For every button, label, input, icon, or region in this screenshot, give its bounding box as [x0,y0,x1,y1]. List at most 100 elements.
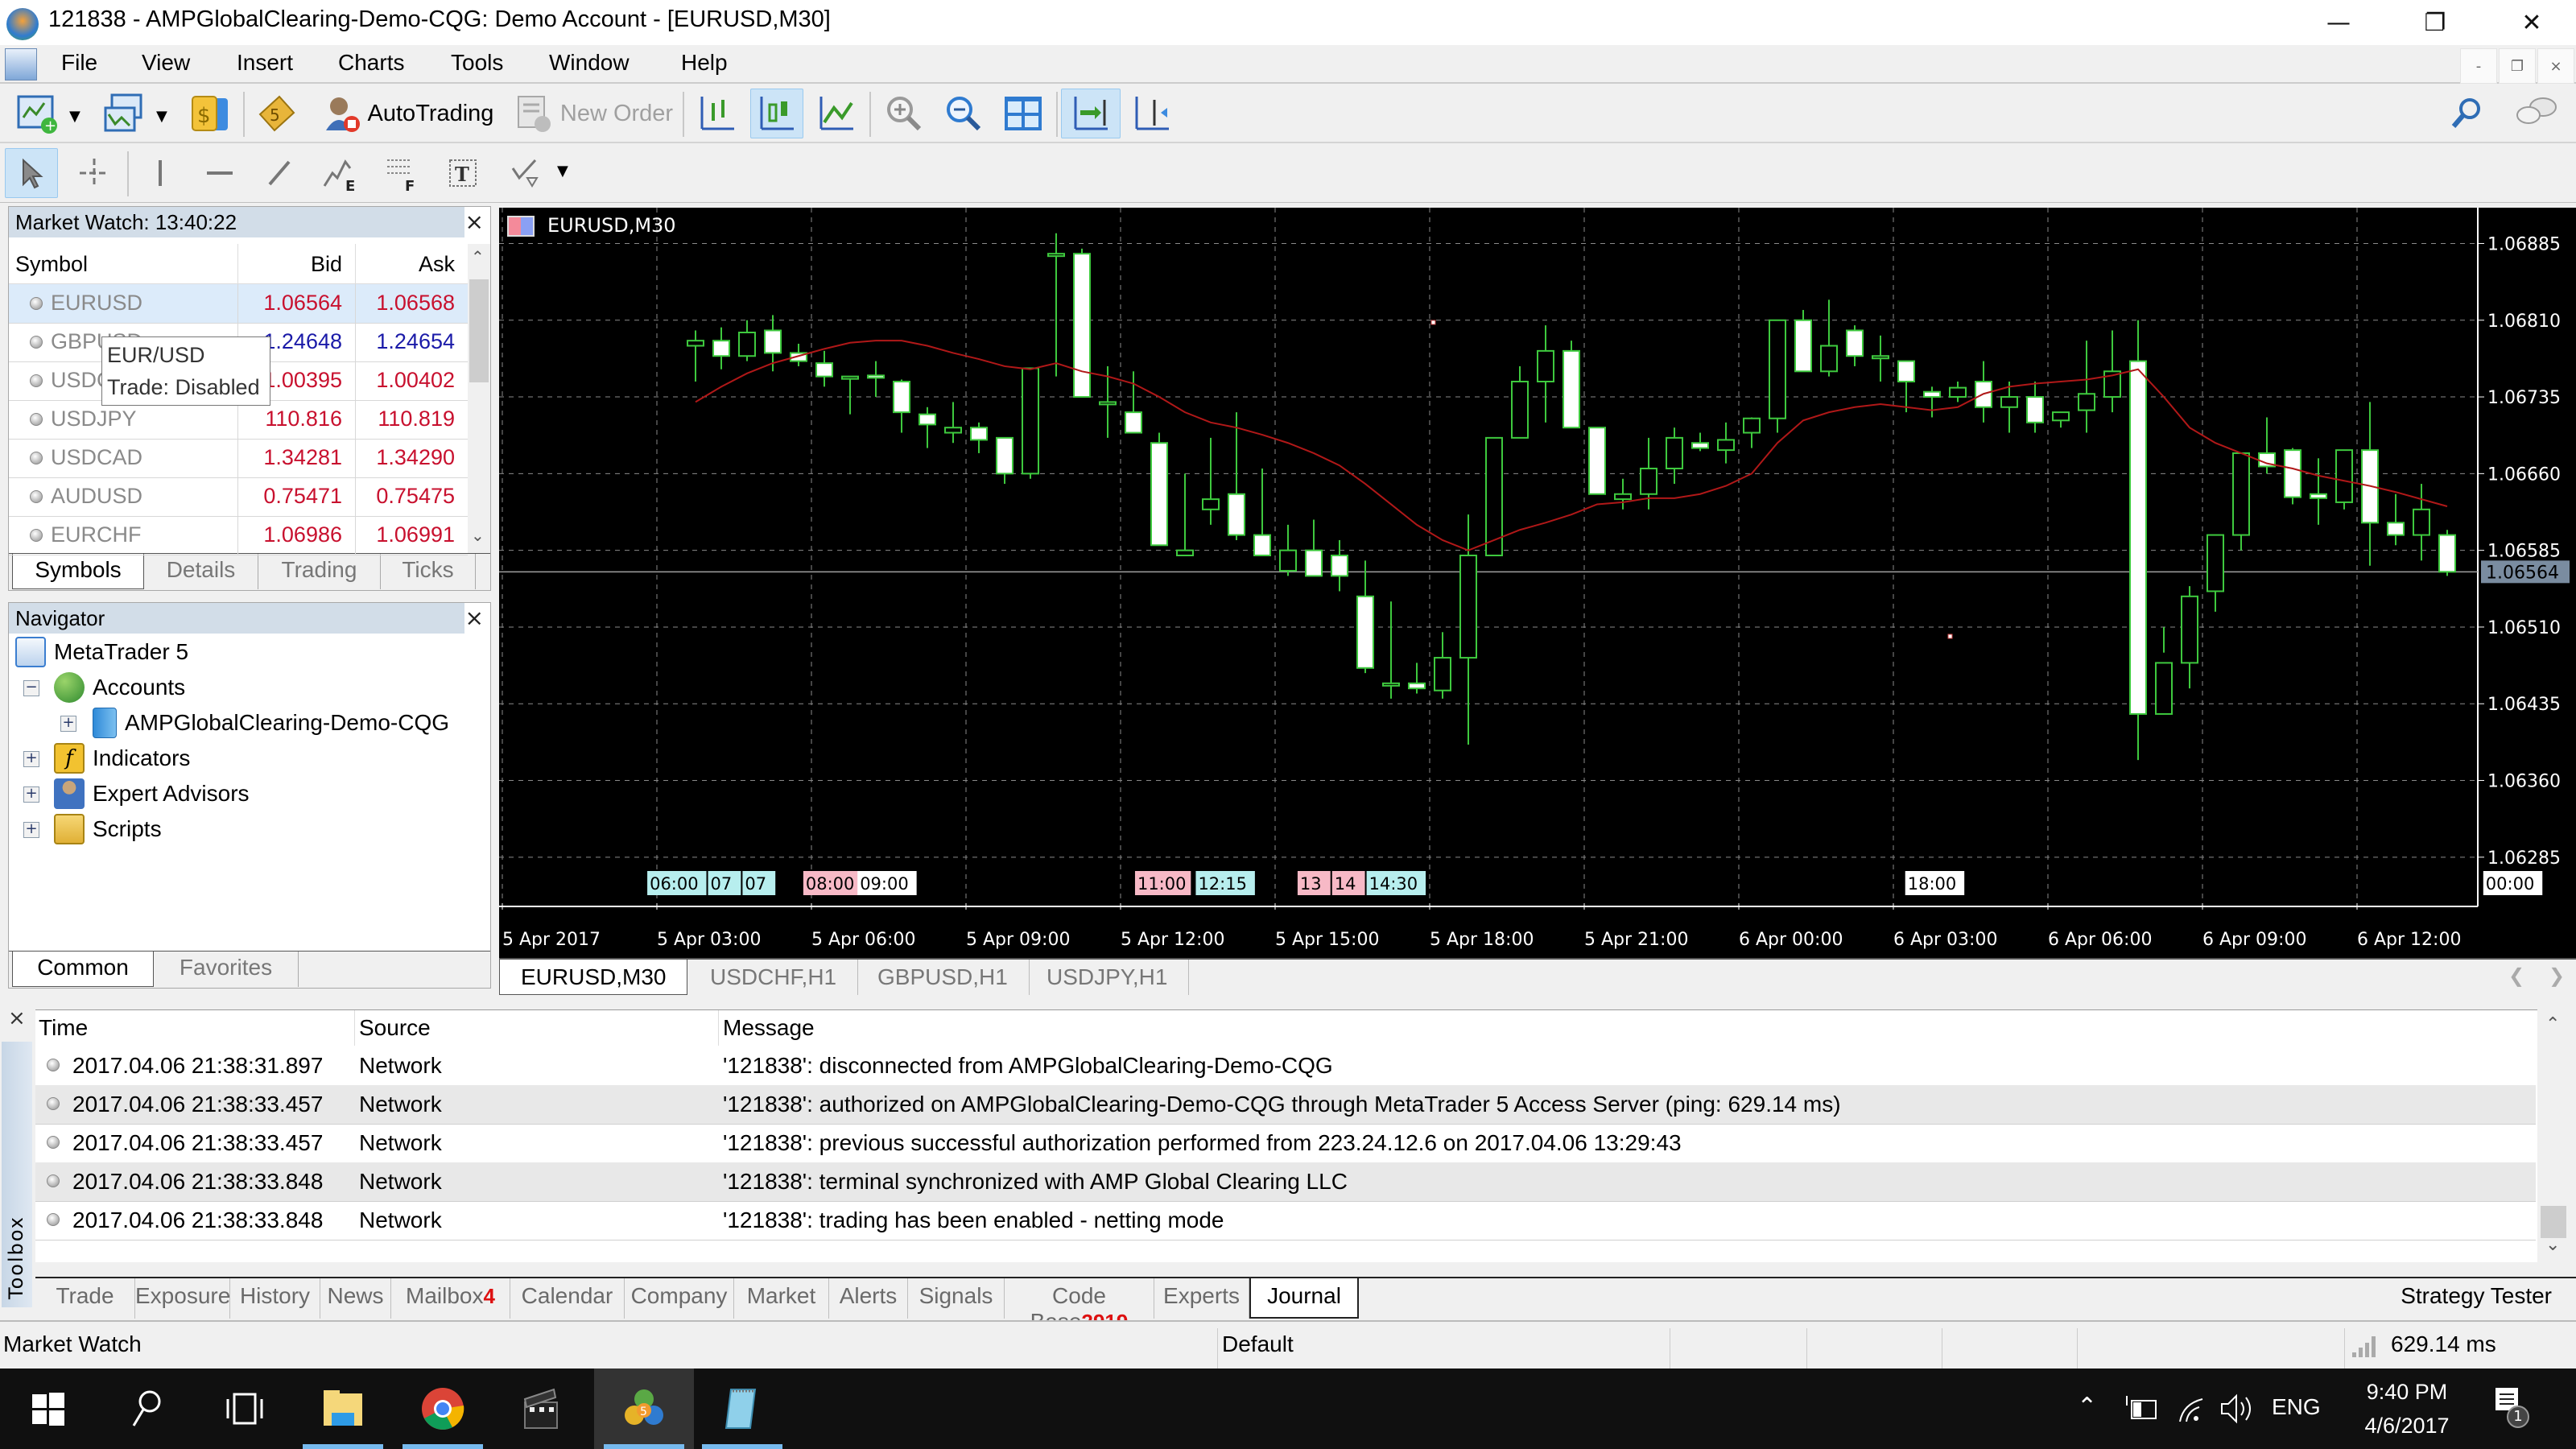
line-chart-button[interactable] [810,89,863,138]
search-button[interactable] [98,1368,195,1449]
toolbox-tab-signals[interactable]: Signals [908,1278,1005,1319]
tabs-scroll-left-icon[interactable]: ❮ [2508,964,2524,987]
chart-tab-usdchf-h1[interactable]: USDCHF,H1 [689,960,859,995]
market-watch-scrollbar[interactable]: ⌃ ⌄ [468,244,490,555]
chart-tab-usdjpy-h1[interactable]: USDJPY,H1 [1026,960,1190,995]
toolbox-tab-alerts[interactable]: Alerts [829,1278,908,1319]
nav-accounts[interactable]: Accounts [54,672,185,703]
mdi-minimize-button[interactable]: - [2460,48,2497,84]
task-view-button[interactable] [196,1368,293,1449]
taskbar-media-player[interactable] [493,1368,589,1449]
column-source[interactable]: Source [359,1015,431,1041]
column-message[interactable]: Message [723,1015,815,1041]
templates-button[interactable] [97,89,153,138]
toolbox-tab-experts[interactable]: Experts [1154,1278,1249,1319]
metaeditor-button[interactable]: 5 [250,89,303,138]
menu-file[interactable]: File [61,50,97,76]
language-indicator[interactable]: ENG [2272,1394,2321,1420]
action-center-button[interactable]: 1 [2492,1386,2529,1428]
menu-window[interactable]: Window [549,50,630,76]
toolbox-tab-news[interactable]: News [320,1278,391,1319]
menu-charts[interactable]: Charts [338,50,404,76]
experts-expand-icon[interactable]: + [23,786,39,803]
journal-scrollbar[interactable]: ⌃ ⌄ [2537,1009,2570,1262]
chat-button[interactable] [2508,89,2565,138]
journal-row[interactable]: 2017.04.06 21:38:33.457 Network '121838': … [35,1085,2536,1125]
tab-trading[interactable]: Trading [258,554,381,589]
new-chart-button[interactable]: + [10,89,66,138]
clock[interactable]: 9:40 PM 4/6/2017 [2351,1375,2463,1443]
journal-row[interactable]: 2017.04.06 21:38:33.848 Network '121838': … [35,1201,2536,1241]
market-watch-row[interactable]: EURUSD 1.06564 1.06568 [9,284,468,324]
arrows-dropdown-icon[interactable]: ▼ [557,163,568,180]
column-time[interactable]: Time [39,1015,88,1041]
mdi-restore-button[interactable]: ❐ [2499,48,2536,84]
navigator-close-button[interactable]: × [465,605,484,631]
account-expand-icon[interactable]: + [60,716,76,732]
taskbar-metatrader5[interactable]: 5 [594,1368,694,1449]
scroll-down-icon[interactable]: ⌄ [2545,1235,2560,1255]
vertical-line-button[interactable] [134,148,187,198]
scrollbar-thumb[interactable] [2541,1206,2566,1238]
toolbox-close-button[interactable]: × [8,1006,26,1030]
crosshair-button[interactable] [68,148,121,198]
column-ask[interactable]: Ask [419,252,455,277]
templates-dropdown-icon[interactable]: ▼ [156,108,167,125]
elliott-wave-button[interactable]: E [314,148,367,198]
taskbar-chrome[interactable] [394,1368,491,1449]
close-button[interactable]: ✕ [2487,0,2576,45]
menu-tools[interactable]: Tools [451,50,503,76]
toolbox-tab-journal[interactable]: Journal [1249,1278,1359,1319]
scroll-up-icon[interactable]: ⌃ [471,247,485,266]
tab-details[interactable]: Details [144,554,258,589]
new-order-button[interactable]: New Order [509,89,678,138]
market-watch-close-button[interactable]: × [465,208,484,235]
toolbox-tab-exposure[interactable]: Exposure [135,1278,230,1319]
toolbox-tab-market[interactable]: Market [734,1278,829,1319]
autotrading-button[interactable]: AutoTrading [311,89,504,138]
nav-root[interactable]: MetaTrader 5 [15,637,188,667]
market-watch-row[interactable]: USDJPY 110.816 110.819 [9,400,468,440]
toolbox-tab-mailbox[interactable]: Mailbox4 [391,1278,510,1319]
fibonacci-button[interactable]: F [375,148,428,198]
zoom-out-button[interactable] [937,89,990,138]
column-bid[interactable]: Bid [311,252,342,277]
battery-icon[interactable] [2122,1394,2159,1423]
bar-chart-button[interactable] [691,89,744,138]
accounts-collapse-icon[interactable]: − [23,680,39,696]
toolbox-tab-calendar[interactable]: Calendar [510,1278,625,1319]
toolbox-side-tab[interactable]: Toolbox [2,1042,32,1307]
market-watch-row[interactable]: AUDUSD 0.75471 0.75475 [9,477,468,517]
chart-shift-button[interactable] [1125,89,1179,138]
market-watch-row[interactable]: EURCHF 1.06986 1.06991 [9,516,468,555]
start-button[interactable] [0,1368,97,1449]
volume-icon[interactable] [2219,1391,2254,1426]
menu-view[interactable]: View [142,50,190,76]
toolbox-tab-company[interactable]: Company [625,1278,734,1319]
taskbar-notepad[interactable] [694,1368,791,1449]
scrollbar-thumb[interactable] [469,279,489,382]
tab-favorites[interactable]: Favorites [154,952,299,987]
scroll-down-icon[interactable]: ⌄ [471,526,485,545]
toolbox-tab-code-base[interactable]: Code Base3919 [1005,1278,1154,1334]
scroll-up-icon[interactable]: ⌃ [2545,1014,2560,1034]
profile-name[interactable]: Default [1222,1331,1294,1357]
tab-ticks[interactable]: Ticks [381,554,476,589]
nav-indicators[interactable]: f Indicators [54,743,190,774]
nav-expert-advisors[interactable]: Expert Advisors [54,778,250,809]
column-symbol[interactable]: Symbol [15,252,88,277]
chart-tab-gbpusd-h1[interactable]: GBPUSD,H1 [857,960,1030,995]
indicators-expand-icon[interactable]: + [23,751,39,767]
mdi-close-button[interactable]: × [2537,48,2574,84]
market-watch-row[interactable]: USDCAD 1.34281 1.34290 [9,439,468,478]
zoom-in-button[interactable] [877,89,931,138]
nav-scripts[interactable]: Scripts [54,814,162,844]
menu-insert[interactable]: Insert [237,50,293,76]
chart-window[interactable]: 1.06885 1.06810 1.06735 1.06660 1.06585 1.065… [499,208,2576,958]
nav-account-server[interactable]: AMPGlobalClearing-Demo-CQG [93,708,449,738]
chart-tab-eurusd-m30[interactable]: EURUSD,M30 [499,960,688,995]
journal-row[interactable]: 2017.04.06 21:38:33.457 Network '121838': … [35,1124,2536,1163]
auto-scroll-button[interactable] [1061,89,1121,138]
arrows-button[interactable] [497,148,551,198]
show-hidden-icons[interactable]: ⌃ [2077,1393,2097,1421]
